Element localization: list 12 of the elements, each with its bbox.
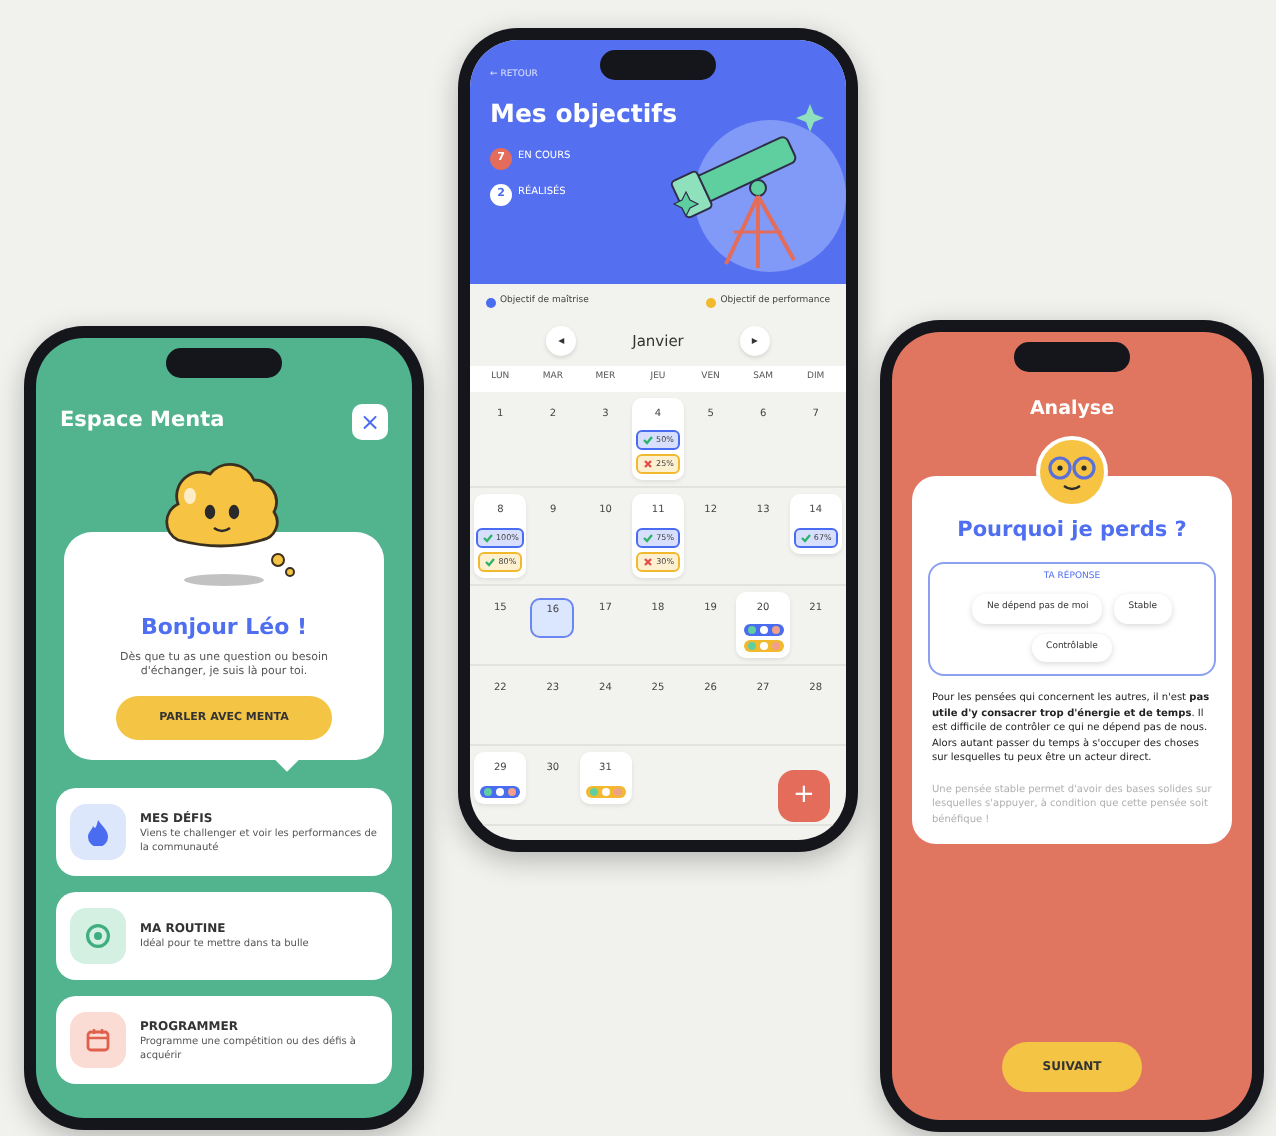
greeting-title: Bonjour Léo ! <box>138 612 310 644</box>
flame-icon <box>84 818 112 847</box>
close-button[interactable]: × <box>352 404 388 440</box>
camera-notch <box>1014 342 1130 372</box>
screen-title: Espace Menta <box>60 406 225 437</box>
screen-title: Analyse <box>1027 396 1117 424</box>
calendar-icon <box>84 1026 112 1055</box>
question-title: Pourquoi je perds ? <box>955 516 1189 547</box>
camera-notch <box>166 348 282 378</box>
camera-notch <box>600 50 716 80</box>
ring-icon <box>84 922 112 951</box>
screen-title: Mes objectifs <box>490 95 680 132</box>
